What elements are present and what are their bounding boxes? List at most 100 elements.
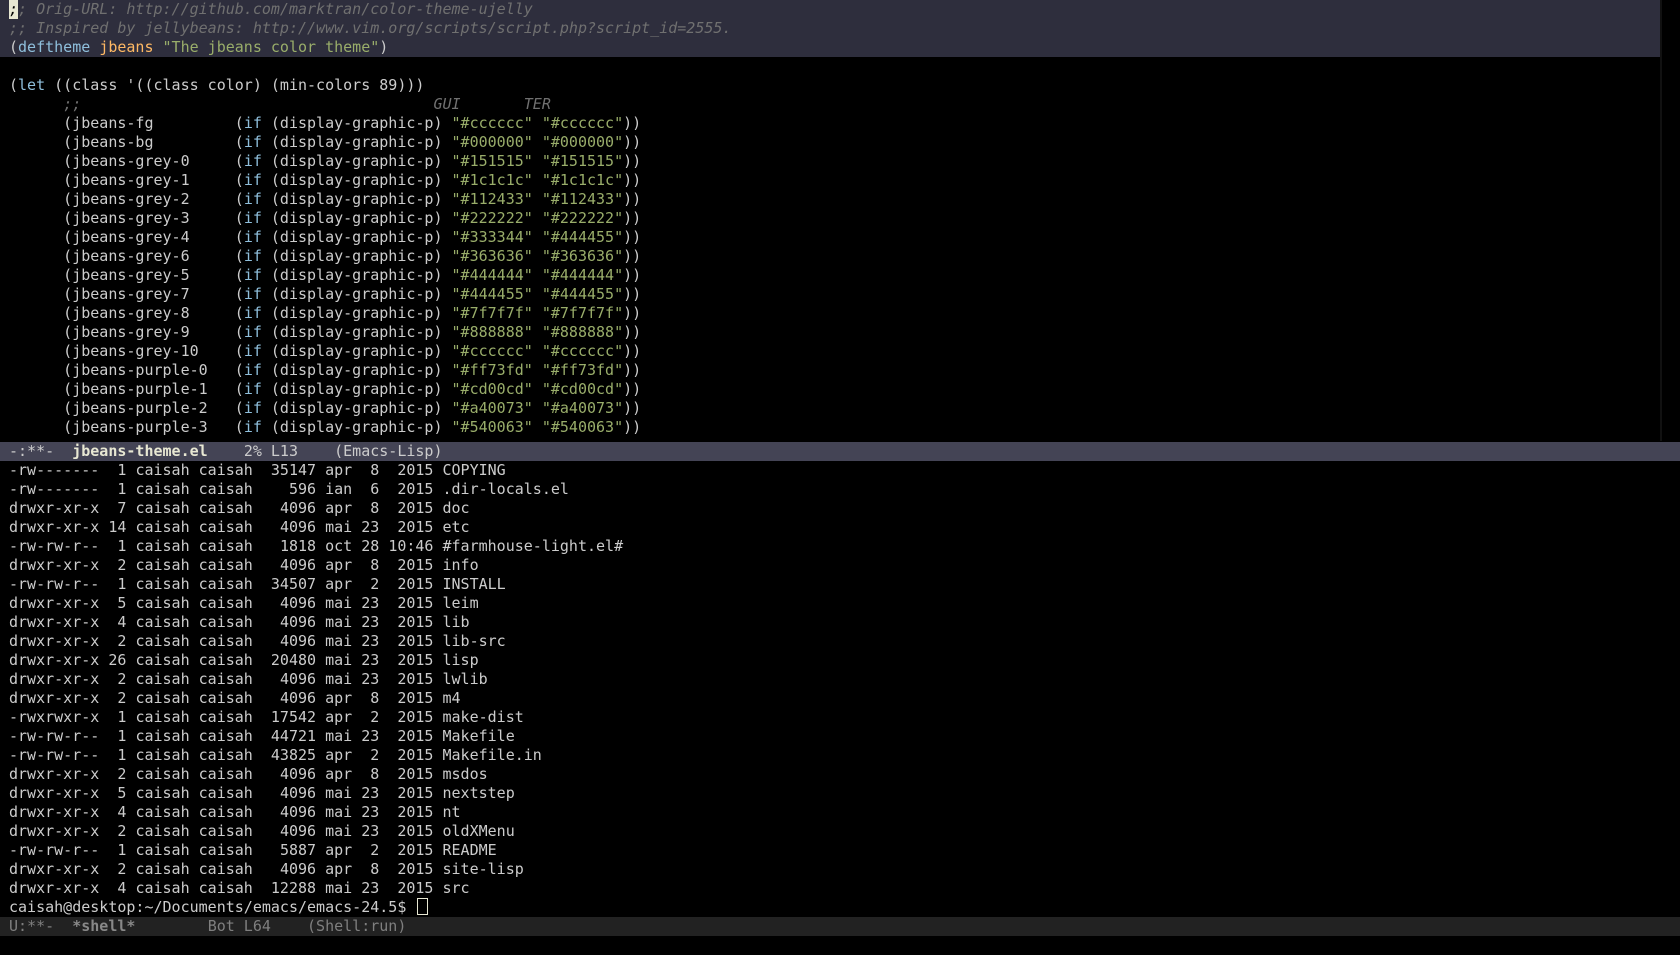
file-links: 4	[117, 879, 127, 897]
file-group: caisah	[198, 727, 253, 745]
modeline-status: -:**-	[9, 442, 55, 460]
file-owner: caisah	[135, 480, 190, 498]
file-day: 8	[370, 499, 380, 517]
file-time: 2015	[397, 822, 434, 840]
modeline-major-mode[interactable]: (Emacs-Lisp)	[334, 442, 442, 460]
file-month: mai	[325, 879, 353, 897]
window-divider	[1660, 0, 1662, 441]
file-size: 4096	[279, 765, 317, 783]
file-name: etc	[442, 518, 470, 536]
color-definition-row: (jbeans-purple-3 (if (display-graphic-p)…	[9, 418, 642, 436]
file-day: 8	[370, 860, 380, 878]
gui-color-value: "#363636"	[451, 247, 533, 265]
file-month: apr	[325, 860, 353, 878]
file-size: 17542	[270, 708, 317, 726]
predicate: (display-graphic-p)	[270, 418, 443, 436]
file-permissions: -rw-------	[9, 480, 100, 498]
modeline-shell[interactable]: U:**- *shell* Bot L64 (Shell:run)	[0, 917, 1680, 936]
file-links: 2	[117, 860, 127, 878]
gui-color-value: "#000000"	[451, 133, 533, 151]
gui-color-value: "#222222"	[451, 209, 533, 227]
listing-row: drwxr-xr-x 2 caisah caisah 4096 apr 8 20…	[0, 556, 1680, 575]
if-keyword: if	[243, 323, 262, 341]
modeline-buffer-name[interactable]: jbeans-theme.el	[72, 442, 207, 460]
predicate: (display-graphic-p)	[270, 304, 443, 322]
shell-prompt-line[interactable]: caisah@desktop:~/Documents/emacs/emacs-2…	[0, 898, 1680, 916]
file-name: COPYING	[442, 461, 506, 479]
file-owner: caisah	[135, 689, 190, 707]
editor-window-jbeans-theme[interactable]: ;; Orig-URL: http://github.com/marktran/…	[0, 0, 1680, 441]
color-definition-row: (jbeans-purple-0 (if (display-graphic-p)…	[9, 361, 642, 379]
if-keyword: if	[243, 247, 262, 265]
file-group: caisah	[198, 632, 253, 650]
file-owner: caisah	[135, 556, 190, 574]
emacs-frame: ;; Orig-URL: http://github.com/marktran/…	[0, 0, 1680, 955]
file-size: 44721	[270, 727, 317, 745]
ter-color-value: "#000000"	[541, 133, 624, 151]
predicate: (display-graphic-p)	[270, 171, 443, 189]
predicate: (display-graphic-p)	[270, 209, 443, 227]
file-month: mai	[325, 518, 353, 536]
file-name: nextstep	[442, 784, 515, 802]
ter-color-value: "#a40073"	[541, 399, 624, 417]
file-permissions: drwxr-xr-x	[9, 822, 100, 840]
file-size: 35147	[270, 461, 317, 479]
modeline-jbeans-theme[interactable]: -:**- jbeans-theme.el 2% L13 (Emacs-Lisp…	[0, 442, 1680, 461]
file-size: 4096	[279, 632, 317, 650]
predicate: (display-graphic-p)	[270, 380, 443, 398]
column-header-line: ;; GUI TER	[63, 95, 551, 113]
listing-row: drwxr-xr-x 2 caisah caisah 4096 mai 23 2…	[0, 632, 1680, 651]
listing-row: -rw-rw-r-- 1 caisah caisah 34507 apr 2 2…	[0, 575, 1680, 594]
file-links: 2	[117, 670, 127, 688]
file-links: 2	[117, 556, 127, 574]
file-month: oct	[325, 537, 353, 555]
file-owner: caisah	[135, 594, 190, 612]
file-group: caisah	[198, 575, 253, 593]
file-time: 2015	[397, 765, 434, 783]
file-day: 8	[370, 689, 380, 707]
file-day: 23	[361, 879, 380, 897]
file-group: caisah	[198, 670, 253, 688]
file-permissions: drwxr-xr-x	[9, 765, 100, 783]
file-group: caisah	[198, 841, 253, 859]
ter-color-value: "#1c1c1c"	[541, 171, 624, 189]
file-name: m4	[442, 689, 461, 707]
ter-color-value: "#444455"	[541, 228, 624, 246]
file-size: 5887	[279, 841, 317, 859]
gui-color-value: "#a40073"	[451, 399, 533, 417]
listing-row: -rw-rw-r-- 1 caisah caisah 44721 mai 23 …	[0, 727, 1680, 746]
listing-row: -rw-rw-r-- 1 caisah caisah 1818 oct 28 1…	[0, 537, 1680, 556]
ter-color-value: "#112433"	[541, 190, 624, 208]
color-name: jbeans-grey-8	[72, 304, 190, 322]
file-group: caisah	[198, 784, 253, 802]
file-time: 2015	[397, 461, 434, 479]
modeline-major-mode[interactable]: (Shell:run)	[307, 917, 406, 935]
file-name: make-dist	[442, 708, 524, 726]
predicate: (display-graphic-p)	[270, 133, 443, 151]
file-size: 4096	[279, 803, 317, 821]
file-links: 1	[117, 480, 127, 498]
file-month: mai	[325, 670, 353, 688]
file-day: 23	[361, 651, 380, 669]
file-permissions: drwxr-xr-x	[9, 518, 100, 536]
file-links: 7	[117, 499, 127, 517]
modeline-buffer-name[interactable]: *shell*	[72, 917, 135, 935]
file-month: apr	[325, 841, 353, 859]
predicate: (display-graphic-p)	[270, 266, 443, 284]
file-owner: caisah	[135, 879, 190, 897]
file-size: 4096	[279, 556, 317, 574]
file-name: README	[442, 841, 497, 859]
file-links: 1	[117, 727, 127, 745]
file-permissions: drwxr-xr-x	[9, 499, 100, 517]
if-keyword: if	[243, 380, 262, 398]
if-keyword: if	[243, 228, 262, 246]
file-time: 2015	[397, 480, 434, 498]
file-day: 23	[361, 632, 380, 650]
file-month: mai	[325, 594, 353, 612]
predicate: (display-graphic-p)	[270, 399, 443, 417]
file-links: 2	[117, 822, 127, 840]
file-name: lisp	[442, 651, 479, 669]
shell-window[interactable]: -rw------- 1 caisah caisah 35147 apr 8 2…	[0, 461, 1680, 916]
file-group: caisah	[198, 518, 253, 536]
comment-line-orig-url: ;; Orig-URL: http://github.com/marktran/…	[0, 0, 1660, 19]
